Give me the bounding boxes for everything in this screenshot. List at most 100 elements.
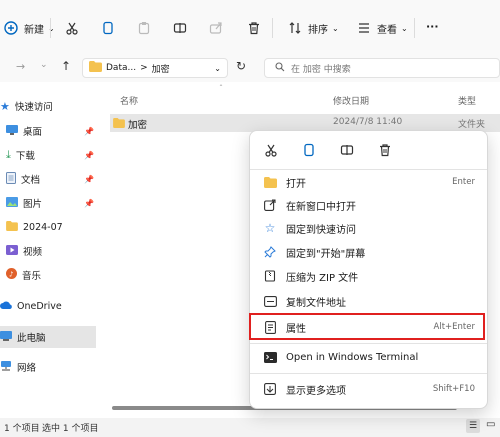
navigation-bar: → ⌄ ↑ Data... > 加密 ⌄ ↻ 在 加密 中搜索 (0, 56, 500, 82)
terminal-icon (262, 349, 278, 365)
delete-icon[interactable] (374, 139, 396, 161)
sidebar-item-label: 快速访问 (14, 102, 53, 113)
sidebar-item-label: 下载 (15, 151, 35, 162)
breadcrumb-current[interactable]: 加密 (152, 62, 170, 75)
picture-icon (6, 196, 18, 210)
new-button[interactable]: 新建 ⌄ (2, 19, 55, 37)
address-dropdown-icon[interactable]: ⌄ (214, 64, 221, 73)
rename-icon[interactable] (336, 139, 358, 161)
sidebar-item-desktop[interactable]: 桌面 📌 (0, 120, 108, 142)
menu-item-open[interactable]: 打开 Enter (250, 171, 487, 193)
forward-arrow-icon[interactable]: → (16, 60, 25, 73)
up-arrow-icon[interactable]: ↑ (61, 59, 71, 73)
menu-item-zip[interactable]: 压缩为 ZIP 文件 (250, 265, 487, 287)
folder-open-icon (262, 174, 278, 190)
menu-item-open-terminal[interactable]: Open in Windows Terminal (250, 346, 487, 368)
share-icon[interactable] (207, 19, 225, 37)
column-header-type[interactable]: 类型 (458, 94, 476, 107)
command-bar: 新建 ⌄ 排序 ⌄ 查看 ⌄ ··· (0, 0, 500, 56)
folder-icon (113, 118, 125, 131)
selected-count: 选中 1 个项目 (42, 424, 99, 434)
music-icon: ♪ (6, 268, 17, 282)
folder-icon (6, 220, 18, 234)
document-icon (6, 171, 16, 187)
sidebar-item-label: 此电脑 (17, 333, 46, 344)
sort-label: 排序 (308, 24, 328, 36)
sidebar-item-label: 文档 (21, 175, 41, 186)
sidebar-item-downloads[interactable]: ⤓ 下载 📌 (0, 144, 108, 166)
new-label: 新建 (24, 24, 44, 36)
refresh-icon[interactable]: ↻ (236, 59, 246, 73)
chevron-down-icon: ⌄ (48, 23, 55, 33)
sidebar-item-videos[interactable]: 视频 (0, 240, 108, 262)
sidebar-item-label: 网络 (17, 363, 37, 374)
file-type: 文件夹 (458, 120, 486, 130)
item-count: 1 个项目 (4, 424, 40, 434)
navigation-pane: ★ 快速访问 桌面 📌 ⤓ 下载 📌 文档 📌 图片 📌 2024-07 视频 … (0, 82, 108, 412)
column-header-modified[interactable]: 修改日期 (333, 94, 369, 107)
menu-item-label: 压缩为 ZIP 文件 (286, 272, 359, 284)
menu-item-open-new-window[interactable]: 在新窗口中打开 (250, 194, 487, 216)
menu-item-label: 固定到快速访问 (286, 224, 356, 236)
context-menu-toolbar (260, 139, 396, 161)
cut-icon[interactable] (63, 19, 81, 37)
sort-button[interactable]: 排序 ⌄ (286, 19, 339, 37)
video-icon (6, 244, 18, 258)
more-options-button[interactable]: ··· (426, 20, 439, 33)
sidebar-item-onedrive[interactable]: OneDrive (0, 295, 108, 317)
recent-chevron-icon[interactable]: ⌄ (40, 60, 48, 70)
search-input[interactable]: 在 加密 中搜索 (264, 58, 500, 78)
properties-highlight-box (249, 313, 485, 340)
sidebar-item-label: 视频 (23, 247, 43, 258)
pin-icon: 📌 (84, 174, 94, 184)
menu-item-label: 打开 (286, 178, 306, 190)
pin-icon: 📌 (84, 150, 94, 160)
sidebar-item-quick-access[interactable]: ★ 快速访问 (0, 95, 108, 117)
svg-text:♪: ♪ (9, 271, 13, 279)
copy-icon[interactable] (298, 139, 320, 161)
view-button[interactable]: 查看 ⌄ (355, 19, 408, 37)
chevron-down-icon: ⌄ (401, 23, 408, 33)
menu-item-label: 在新窗口中打开 (286, 201, 356, 213)
sidebar-item-label: 音乐 (22, 271, 42, 282)
zip-icon (262, 268, 278, 284)
sidebar-item-label: 桌面 (23, 127, 43, 138)
menu-item-pin-start[interactable]: 固定到"开始"屏幕 (250, 241, 487, 263)
tiles-view-icon[interactable]: ▭ (486, 419, 495, 430)
delete-icon[interactable] (245, 19, 263, 37)
breadcrumb-parent[interactable]: Data... (106, 63, 136, 73)
sidebar-item-music[interactable]: ♪ 音乐 (0, 264, 108, 286)
desktop-icon (6, 124, 18, 138)
cloud-icon (0, 300, 12, 312)
search-icon (275, 61, 285, 75)
sidebar-item-this-pc[interactable]: 此电脑 (0, 326, 96, 348)
new-window-icon (262, 197, 278, 213)
menu-item-label: 显示更多选项 (286, 385, 346, 397)
sidebar-item-pictures[interactable]: 图片 📌 (0, 192, 108, 214)
menu-item-label: 复制文件地址 (286, 297, 346, 309)
menu-item-pin-quick-access[interactable]: ☆ 固定到快速访问 (250, 217, 487, 239)
more-options-icon (262, 381, 278, 397)
paste-icon[interactable] (135, 19, 153, 37)
file-modified: 2024/7/8 11:40 (333, 117, 403, 127)
star-icon: ★ (0, 99, 10, 113)
menu-item-show-more-options[interactable]: 显示更多选项 Shift+F10 (250, 378, 487, 400)
search-placeholder: 在 加密 中搜索 (291, 64, 351, 75)
sidebar-item-label: 图片 (23, 199, 43, 210)
folder-icon (89, 61, 102, 75)
details-view-icon[interactable]: ☰ (466, 419, 480, 433)
sort-icon (286, 19, 304, 37)
rename-icon[interactable] (171, 19, 189, 37)
column-header-name[interactable]: 名称 (120, 94, 138, 107)
menu-item-copy-path[interactable]: 复制文件地址 (250, 290, 487, 312)
copy-icon[interactable] (99, 19, 117, 37)
view-icon (355, 19, 373, 37)
address-bar[interactable]: Data... > 加密 ⌄ (82, 58, 228, 78)
sidebar-item-label: 2024-07 (23, 221, 63, 233)
new-icon (2, 19, 20, 37)
cut-icon[interactable] (260, 139, 282, 161)
chevron-down-icon: ⌄ (332, 23, 339, 33)
sidebar-item-2024-07[interactable]: 2024-07 (0, 216, 108, 238)
sidebar-item-network[interactable]: 网络 (0, 356, 108, 378)
sidebar-item-documents[interactable]: 文档 📌 (0, 168, 108, 190)
